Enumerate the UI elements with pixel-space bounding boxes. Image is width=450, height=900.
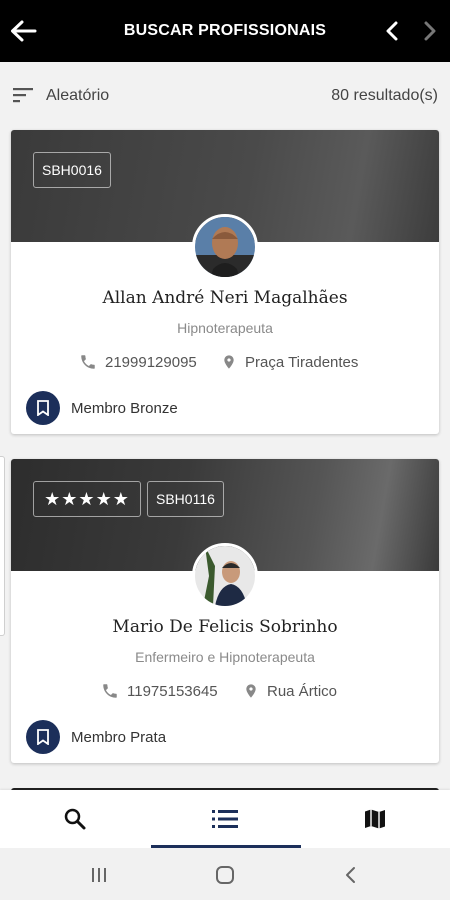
phone-contact[interactable]: 11975153645 [101,682,218,700]
bookmark-icon [26,720,60,754]
search-icon [64,808,86,830]
next-button[interactable] [416,16,444,46]
professional-name: Mario De Felicis Sobrinho [112,617,338,637]
result-count: 80 resultado(s) [331,87,438,104]
membership-tag: Membro Bronze [26,391,178,425]
phone-number: 21999129095 [105,353,197,371]
membership-tag: Membro Prata [26,720,166,754]
chevron-left-icon [386,21,398,41]
location-contact[interactable]: Rua Ártico [243,682,337,700]
system-back-button[interactable] [336,860,366,890]
recents-button[interactable] [84,860,114,890]
map-icon [365,809,385,829]
home-icon [216,866,234,884]
sort-icon[interactable] [13,86,35,104]
rating-stars-text: ★★★★★ [44,488,130,509]
phone-number: 11975153645 [127,682,218,700]
recents-icon [92,868,106,882]
location-text: Praça Tiradentes [245,353,359,371]
bottom-navigation [0,790,450,848]
tab-map[interactable] [300,790,450,848]
phone-icon [103,684,117,698]
location-pin-icon [224,355,234,369]
location-pin-icon [246,684,256,698]
tab-list[interactable] [150,790,300,848]
code-badge: SBH0016 [33,152,111,188]
scroll-handle[interactable] [0,456,5,636]
bookmark-icon [26,391,60,425]
rating-stars: ★★★★★ [33,481,141,517]
phone-icon [81,355,95,369]
professional-name: Allan André Neri Magalhães [102,288,348,308]
membership-label: Membro Bronze [71,399,178,417]
professional-specialty: Hipnoterapeuta [177,320,273,336]
avatar [192,214,258,280]
location-text: Rua Ártico [267,682,338,700]
professional-card[interactable]: SBH0016 Allan André Neri Magalhães Hipno… [11,130,439,434]
avatar [192,543,258,609]
list-icon [212,810,238,828]
system-navigation-bar [0,848,450,900]
home-button[interactable] [210,860,240,890]
professional-specialty: Enfermeiro e Hipnoterapeuta [135,649,315,665]
professional-card[interactable]: ★★★★★ SBH0116 Mario De Felicis Sobrinho … [11,459,439,763]
back-chevron-icon [346,867,355,883]
sort-bar: Aleatório 80 resultado(s) [0,62,450,128]
code-badge: SBH0116 [147,481,224,517]
membership-label: Membro Prata [71,728,167,746]
location-contact[interactable]: Praça Tiradentes [221,353,358,371]
phone-contact[interactable]: 21999129095 [79,353,197,371]
tab-search[interactable] [0,790,150,848]
previous-button[interactable] [378,16,406,46]
chevron-right-icon [424,21,436,41]
top-app-bar: BUSCAR PROFISSIONAIS [0,0,450,62]
sort-selector[interactable]: Aleatório [46,87,109,105]
